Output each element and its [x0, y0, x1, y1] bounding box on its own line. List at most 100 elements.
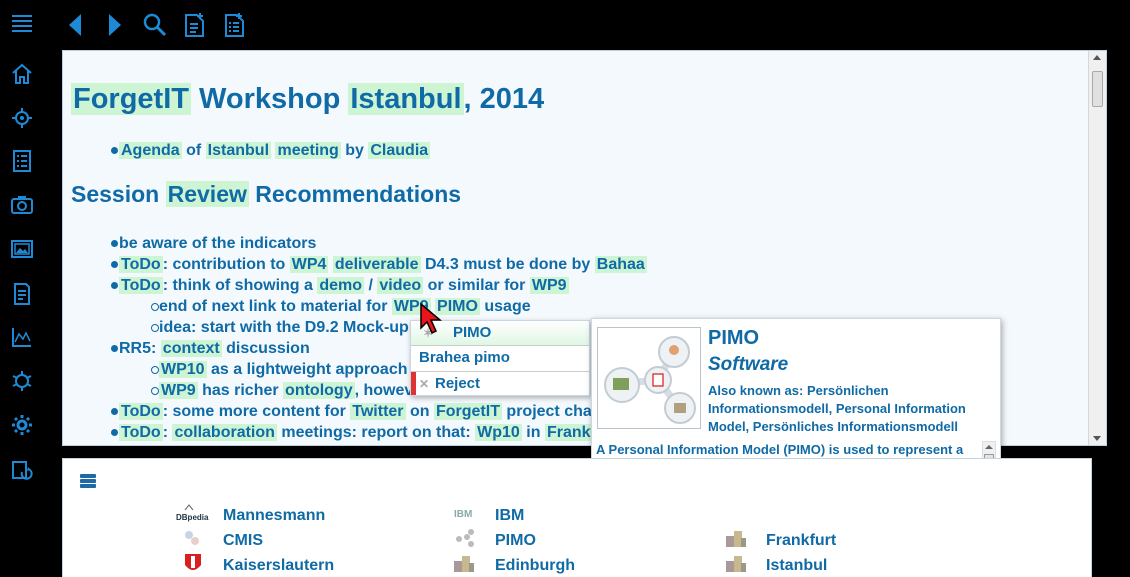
entity-highlight[interactable]: Istanbul	[205, 142, 272, 159]
entity-highlight[interactable]: WP10	[159, 361, 207, 378]
entity-highlight[interactable]: ForgetIT	[71, 83, 191, 115]
bullet	[111, 261, 118, 268]
list-item: Agenda of Istanbul meeting by Claudia	[119, 140, 431, 161]
add-document-icon[interactable]	[180, 10, 210, 40]
checklist-add-icon[interactable]	[220, 10, 250, 40]
ibm-logo-icon: IBM	[453, 506, 475, 526]
page-title: ForgetIT Workshop Istanbul, 2014	[71, 83, 544, 116]
entity-link[interactable]: Edinburgh	[495, 557, 575, 575]
document-icon[interactable]	[8, 280, 36, 308]
entity-link[interactable]: Mannesmann	[223, 507, 325, 525]
text: : contribution to	[162, 256, 290, 273]
graph-icon	[183, 529, 205, 549]
scroll-thumb[interactable]	[1092, 71, 1103, 107]
scroll-down-icon[interactable]	[1093, 436, 1101, 441]
graph-icon	[455, 529, 477, 549]
entity-highlight[interactable]: Istanbul	[348, 83, 464, 115]
menu-item-label: Reject	[435, 375, 481, 392]
menu-item-brahea-pimo[interactable]: Brahea pimo	[411, 345, 589, 369]
sub-bullet	[151, 366, 159, 374]
text: :	[151, 340, 161, 357]
entity-link[interactable]: Istanbul	[766, 557, 827, 575]
close-icon: ✕	[419, 377, 430, 391]
svg-text:IBM: IBM	[454, 509, 472, 519]
forward-arrow-icon[interactable]	[100, 10, 130, 40]
text: Recommendations	[248, 181, 462, 207]
entity-highlight[interactable]: WP9	[159, 382, 198, 399]
menu-item-label: PIMO	[453, 324, 492, 341]
camera-icon[interactable]	[8, 191, 36, 219]
section-title: Session Review Recommendations	[71, 181, 461, 208]
entity-highlight[interactable]: WP9	[529, 277, 569, 294]
entity-highlight[interactable]: Bahaa	[594, 256, 647, 273]
entity-link[interactable]: Kaiserslautern	[223, 557, 334, 575]
entity-highlight[interactable]: WP4	[289, 256, 329, 273]
sync-icon[interactable]	[8, 456, 36, 484]
svg-text:DBpedia: DBpedia	[176, 513, 209, 522]
chart-icon[interactable]	[8, 323, 36, 351]
entity-highlight[interactable]: Twitter	[350, 403, 406, 420]
scroll-up-icon[interactable]	[1093, 55, 1101, 60]
bullet	[111, 147, 118, 154]
entity-highlight[interactable]: Wp10	[475, 424, 522, 441]
list-item: ToDo: think of showing a demo / video or…	[119, 275, 569, 296]
entity-link[interactable]: PIMO	[495, 532, 536, 550]
pimo-graph-icon	[597, 327, 701, 429]
entity-link[interactable]: Frankfurt	[766, 532, 836, 550]
sub-bullet	[151, 324, 159, 332]
database-icon[interactable]	[79, 473, 97, 489]
checklist-icon[interactable]	[8, 147, 36, 175]
text: as a lightweight approach bec	[206, 361, 440, 378]
entity-highlight[interactable]: deliverable	[332, 256, 421, 273]
entity-highlight[interactable]: Agenda	[119, 142, 182, 159]
entity-highlight[interactable]: context	[160, 340, 222, 357]
entity-highlight[interactable]: collaboration	[172, 424, 277, 441]
text: Session	[71, 181, 166, 207]
entity-highlight[interactable]: Review	[165, 181, 249, 207]
toolbar	[54, 0, 1130, 50]
gear-icon[interactable]	[8, 411, 36, 439]
card-title: PIMO	[708, 327, 760, 349]
menu-item-reject[interactable]: ✕ Reject	[411, 371, 589, 395]
entity-highlight[interactable]: ToDo	[119, 424, 163, 441]
search-icon[interactable]	[140, 10, 170, 40]
highlight-fragment	[81, 50, 133, 51]
text: or similar for	[423, 277, 530, 294]
list-item: be aware of the indicators	[119, 235, 317, 252]
home-icon[interactable]	[8, 60, 36, 88]
photo-gallery-icon[interactable]	[8, 235, 36, 263]
city-icon	[453, 553, 475, 573]
entity-highlight[interactable]: ToDo	[119, 403, 163, 420]
entity-link[interactable]: IBM	[495, 507, 524, 525]
text: discussion	[221, 340, 310, 357]
network-icon[interactable]	[8, 367, 36, 395]
entity-highlight[interactable]: ToDo	[119, 277, 163, 294]
entity-highlight[interactable]: Claudia	[368, 142, 431, 159]
text: /	[364, 277, 378, 294]
sidebar	[0, 0, 54, 577]
entity-highlight[interactable]: ForgetIT	[433, 403, 502, 420]
list-item: ToDo: collaboration meetings: report on …	[119, 422, 637, 443]
scroll-up-icon[interactable]	[985, 445, 993, 449]
sub-bullet	[151, 387, 159, 395]
entity-link[interactable]: CMIS	[223, 532, 263, 550]
bullet	[111, 240, 118, 247]
coat-of-arms-icon	[183, 553, 205, 573]
back-arrow-icon[interactable]	[60, 10, 90, 40]
app-window: ForgetIT Workshop Istanbul, 2014 Agenda …	[0, 0, 1130, 577]
reject-marker	[411, 372, 416, 395]
entity-highlight[interactable]: ontology	[283, 382, 355, 399]
bullet	[111, 345, 118, 352]
list-item: ToDo: contribution to WP4 deliverable D4…	[119, 254, 647, 275]
entity-highlight[interactable]: video	[377, 277, 424, 294]
editor-scrollbar[interactable]	[1088, 51, 1106, 445]
entity-highlight[interactable]: meeting	[275, 142, 341, 159]
entity-highlight[interactable]: ToDo	[119, 256, 163, 273]
bullet	[111, 282, 118, 289]
target-icon[interactable]	[8, 104, 36, 132]
list-item: WP9 has richer ontology, however w	[159, 380, 445, 401]
list-icon[interactable]	[8, 10, 36, 38]
entity-highlight[interactable]: demo	[317, 277, 365, 294]
city-icon	[725, 528, 747, 548]
text: on	[405, 403, 434, 420]
